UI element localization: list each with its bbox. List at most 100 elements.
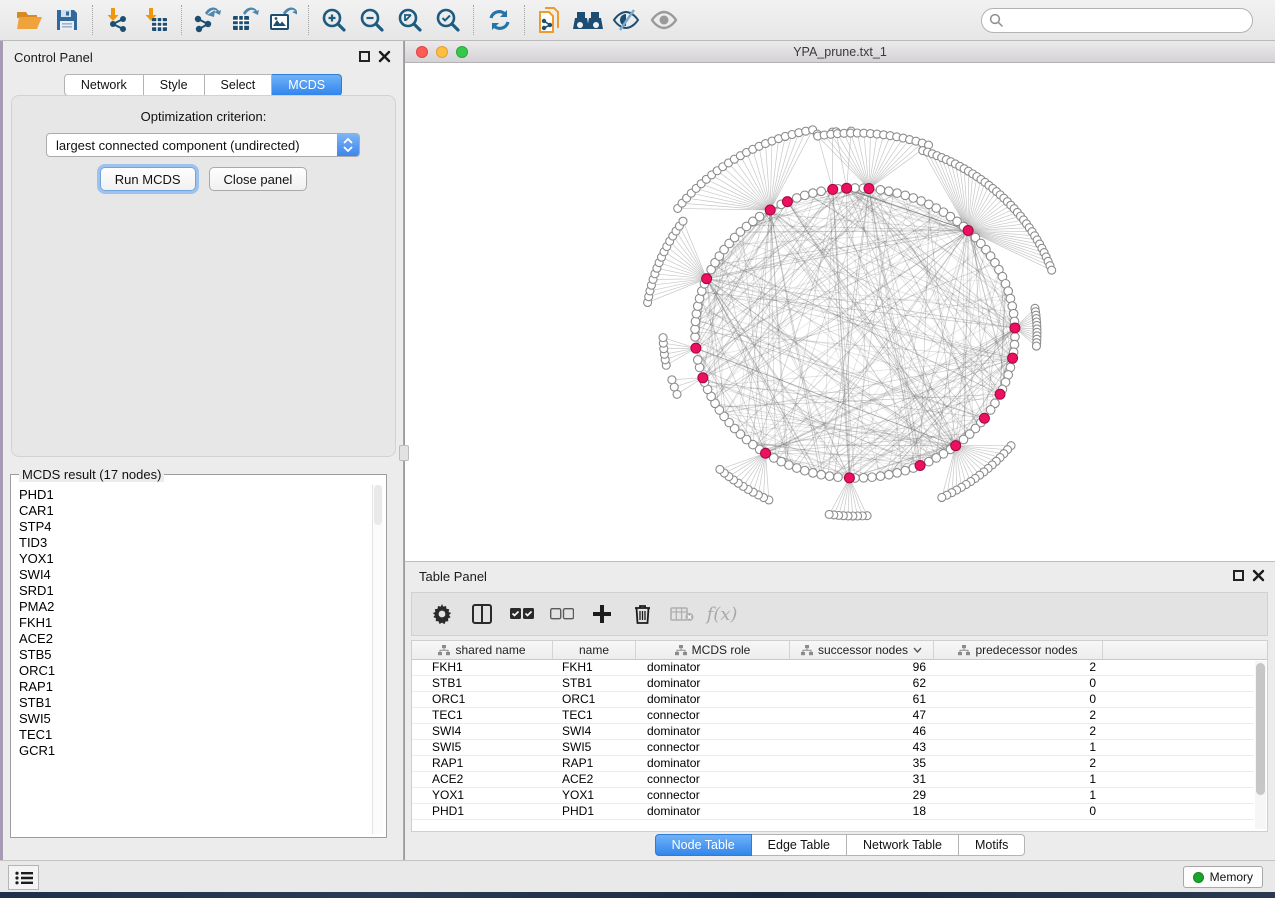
hide-graphics-details-button[interactable] bbox=[607, 3, 645, 37]
column-header-predecessor-nodes[interactable]: predecessor nodes bbox=[934, 641, 1103, 659]
table-row[interactable]: YOX1YOX1connector291 bbox=[412, 788, 1254, 804]
mcds-result-item[interactable]: YOX1 bbox=[19, 551, 372, 567]
import-network-button[interactable] bbox=[99, 3, 137, 37]
share-document-icon bbox=[538, 7, 562, 34]
panel-splitter-handle[interactable] bbox=[399, 445, 409, 461]
mcds-result-item[interactable]: STB1 bbox=[19, 695, 372, 711]
table-row[interactable]: ACE2ACE2connector311 bbox=[412, 772, 1254, 788]
function-builder-button-disabled[interactable]: f(x) bbox=[706, 597, 738, 631]
table-cell: connector bbox=[636, 788, 790, 803]
zoom-out-button[interactable] bbox=[353, 3, 391, 37]
list-menu-icon bbox=[15, 871, 33, 885]
column-header-name[interactable]: name bbox=[553, 641, 636, 659]
columns-icon bbox=[472, 604, 492, 624]
mcds-result-item[interactable]: STP4 bbox=[19, 519, 372, 535]
mcds-result-item[interactable]: PMA2 bbox=[19, 599, 372, 615]
select-all-columns-button[interactable] bbox=[506, 597, 538, 631]
column-label: successor nodes bbox=[818, 643, 908, 657]
shared-column-icon bbox=[801, 645, 813, 656]
tab-style[interactable]: Style bbox=[144, 74, 205, 96]
mcds-result-item[interactable]: CAR1 bbox=[19, 503, 372, 519]
table-cell: 47 bbox=[790, 708, 934, 723]
close-panel-icon[interactable] bbox=[378, 50, 391, 63]
export-table-button[interactable] bbox=[226, 3, 264, 37]
mcds-result-item[interactable]: PHD1 bbox=[19, 487, 372, 503]
memory-button[interactable]: Memory bbox=[1183, 866, 1263, 888]
deselect-all-columns-button[interactable] bbox=[546, 597, 578, 631]
tab-motifs[interactable]: Motifs bbox=[959, 834, 1025, 856]
mcds-result-item[interactable]: TEC1 bbox=[19, 727, 372, 743]
save-session-button[interactable] bbox=[48, 3, 86, 37]
toolbar-separator bbox=[92, 5, 93, 35]
table-cell: SWI4 bbox=[412, 724, 553, 739]
zoom-selected-button[interactable] bbox=[429, 3, 467, 37]
tab-network-table[interactable]: Network Table bbox=[847, 834, 959, 856]
open-file-button[interactable] bbox=[10, 3, 48, 37]
create-column-button[interactable] bbox=[586, 597, 618, 631]
table-row[interactable]: SWI4SWI4dominator462 bbox=[412, 724, 1254, 740]
mcds-result-item[interactable]: RAP1 bbox=[19, 679, 372, 695]
export-network-button[interactable] bbox=[188, 3, 226, 37]
table-scrollbar[interactable] bbox=[1255, 661, 1266, 829]
column-header-mcds-role[interactable]: MCDS role bbox=[636, 641, 790, 659]
table-cell: PHD1 bbox=[553, 804, 636, 819]
close-panel-button[interactable]: Close panel bbox=[209, 167, 308, 191]
table-row[interactable]: SWI5SWI5connector431 bbox=[412, 740, 1254, 756]
zoom-in-button[interactable] bbox=[315, 3, 353, 37]
table-row[interactable]: FKH1FKH1dominator962 bbox=[412, 660, 1254, 676]
mcds-result-item[interactable]: SRD1 bbox=[19, 583, 372, 599]
mcds-result-item[interactable]: ORC1 bbox=[19, 663, 372, 679]
table-cell: 0 bbox=[934, 676, 1103, 691]
share-network-document-button[interactable] bbox=[531, 3, 569, 37]
tab-mcds[interactable]: MCDS bbox=[272, 74, 342, 96]
zoom-selected-icon bbox=[435, 7, 461, 33]
export-image-icon bbox=[269, 7, 297, 33]
table-cell: 29 bbox=[790, 788, 934, 803]
table-row[interactable]: RAP1RAP1dominator352 bbox=[412, 756, 1254, 772]
column-header-shared-name[interactable]: shared name bbox=[412, 641, 553, 659]
table-cell: RAP1 bbox=[553, 756, 636, 771]
table-panel-tabs: Node TableEdge TableNetwork TableMotifs bbox=[405, 834, 1275, 856]
tab-edge-table[interactable]: Edge Table bbox=[752, 834, 847, 856]
table-row[interactable]: STB1STB1dominator620 bbox=[412, 676, 1254, 692]
tab-node-table[interactable]: Node Table bbox=[655, 834, 752, 856]
toolbar-separator bbox=[308, 5, 309, 35]
task-history-button[interactable] bbox=[8, 865, 39, 890]
zoom-fit-button[interactable] bbox=[391, 3, 429, 37]
tab-select[interactable]: Select bbox=[205, 74, 273, 96]
table-row[interactable]: ORC1ORC1dominator610 bbox=[412, 692, 1254, 708]
export-network-icon bbox=[193, 7, 221, 33]
delete-column-button[interactable] bbox=[626, 597, 658, 631]
delete-table-button-disabled[interactable] bbox=[666, 597, 698, 631]
import-table-icon bbox=[143, 7, 169, 33]
mcds-result-item[interactable]: SWI5 bbox=[19, 711, 372, 727]
export-image-button[interactable] bbox=[264, 3, 302, 37]
run-mcds-button[interactable]: Run MCDS bbox=[100, 167, 196, 191]
column-header-successor-nodes[interactable]: successor nodes bbox=[790, 641, 934, 659]
show-column-button[interactable] bbox=[466, 597, 498, 631]
mcds-result-item[interactable]: TID3 bbox=[19, 535, 372, 551]
optimization-criterion-select[interactable]: largest connected component (undirected) bbox=[46, 133, 360, 157]
mcds-result-item[interactable]: STB5 bbox=[19, 647, 372, 663]
import-table-button[interactable] bbox=[137, 3, 175, 37]
table-cell: RAP1 bbox=[412, 756, 553, 771]
float-table-panel-icon[interactable] bbox=[1233, 570, 1244, 581]
mcds-result-item[interactable]: GCR1 bbox=[19, 743, 372, 759]
mcds-result-item[interactable]: FKH1 bbox=[19, 615, 372, 631]
show-graphics-details-button[interactable] bbox=[645, 3, 683, 37]
refresh-view-button[interactable] bbox=[480, 3, 518, 37]
float-panel-icon[interactable] bbox=[359, 51, 370, 62]
close-table-panel-icon[interactable] bbox=[1252, 569, 1265, 582]
network-canvas[interactable] bbox=[405, 63, 1274, 560]
search-input[interactable] bbox=[981, 8, 1253, 33]
result-list-scrollbar[interactable] bbox=[372, 485, 383, 834]
table-options-button[interactable] bbox=[426, 597, 458, 631]
network-overview-button[interactable] bbox=[569, 3, 607, 37]
table-row[interactable]: TEC1TEC1connector472 bbox=[412, 708, 1254, 724]
table-row[interactable]: PHD1PHD1dominator180 bbox=[412, 804, 1254, 820]
toolbar-separator bbox=[524, 5, 525, 35]
tab-network[interactable]: Network bbox=[64, 74, 144, 96]
network-window-titlebar[interactable]: YPA_prune.txt_1 bbox=[405, 41, 1275, 63]
mcds-result-item[interactable]: SWI4 bbox=[19, 567, 372, 583]
mcds-result-item[interactable]: ACE2 bbox=[19, 631, 372, 647]
